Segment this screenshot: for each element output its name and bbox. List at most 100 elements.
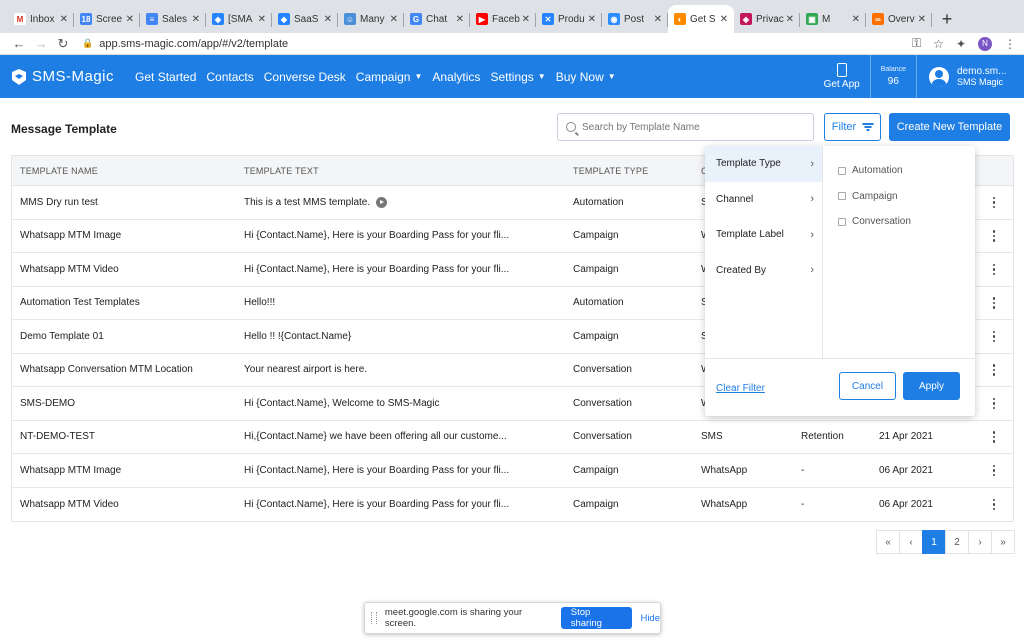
template-search[interactable] [557, 113, 814, 141]
checkbox[interactable] [838, 166, 846, 175]
new-tab-icon[interactable]: + [932, 5, 962, 33]
cell-actions [985, 397, 1013, 409]
tab-close-icon[interactable]: ✕ [60, 14, 68, 25]
tab-close-icon[interactable]: ✕ [588, 14, 596, 25]
cancel-button[interactable]: Cancel [839, 372, 896, 400]
browser-tab[interactable]: ▶ Faceb ✕ [470, 5, 536, 33]
user-menu[interactable]: demo.sm... SMS Magic [916, 55, 1024, 98]
key-icon[interactable]: ⚿ [912, 36, 921, 51]
more-vertical-icon[interactable] [992, 498, 995, 510]
more-vertical-icon[interactable] [992, 330, 995, 342]
chevron-right-icon: › [810, 228, 814, 241]
back-icon[interactable]: ← [8, 36, 30, 51]
play-icon[interactable] [376, 196, 388, 208]
browser-tab[interactable]: G Chat ✕ [404, 5, 470, 33]
more-vertical-icon[interactable] [992, 464, 995, 476]
cell-actions [985, 464, 1013, 476]
drag-handle-icon[interactable] [371, 612, 377, 624]
nav-item-buy-now[interactable]: Buy Now ▼ [551, 70, 621, 84]
page-button[interactable]: 2 [945, 530, 969, 554]
tab-close-icon[interactable]: ✕ [720, 14, 728, 25]
browser-tab[interactable]: ▣ M ✕ [800, 5, 866, 33]
forward-icon[interactable]: → [30, 36, 52, 51]
browser-tab[interactable]: ◆ [SMA ✕ [206, 5, 272, 33]
stop-sharing-button[interactable]: Stop sharing [560, 607, 633, 629]
more-vertical-icon[interactable] [992, 230, 995, 242]
filter-button[interactable]: Filter [824, 113, 881, 141]
tab-close-icon[interactable]: ✕ [324, 14, 332, 25]
more-vertical-icon[interactable] [992, 196, 995, 208]
filter-category-template-label[interactable]: Template Label › [705, 217, 822, 253]
more-vertical-icon[interactable] [992, 297, 995, 309]
browser-tab[interactable]: ◆ SaaS ✕ [272, 5, 338, 33]
star-icon[interactable]: ☆ [933, 37, 944, 51]
nav-item-settings[interactable]: Settings ▼ [485, 70, 550, 84]
more-vertical-icon[interactable] [992, 431, 995, 443]
browser-tab[interactable]: M Inbox ✕ [8, 5, 74, 33]
reload-icon[interactable]: ↻ [52, 36, 74, 52]
page-button[interactable]: ‹ [899, 530, 923, 554]
nav-item-get-started[interactable]: Get Started [130, 70, 201, 84]
tab-close-icon[interactable]: ✕ [852, 14, 860, 25]
filter-category-channel[interactable]: Channel › [705, 182, 822, 218]
apply-button[interactable]: Apply [903, 372, 960, 400]
hide-button[interactable]: Hide [640, 613, 660, 624]
page-button[interactable]: « [876, 530, 900, 554]
profile-avatar[interactable]: N [978, 36, 992, 51]
browser-tab[interactable]: ✕ Produ ✕ [536, 5, 602, 33]
tab-close-icon[interactable]: ✕ [258, 14, 266, 25]
get-app-button[interactable]: Get App [814, 63, 870, 90]
sms-magic-logo[interactable]: SMS-Magic [10, 68, 114, 85]
more-vertical-icon[interactable] [992, 263, 995, 275]
tab-close-icon[interactable]: ✕ [390, 14, 398, 25]
clear-filter-link[interactable]: Clear Filter [716, 383, 765, 394]
filter-category-template-type[interactable]: Template Type › [705, 146, 822, 182]
page-button[interactable]: » [991, 530, 1015, 554]
create-new-template-button[interactable]: Create New Template [889, 113, 1010, 141]
more-vertical-icon[interactable] [992, 364, 995, 376]
more-icon[interactable]: ⋮ [1004, 37, 1016, 51]
url-field[interactable]: 🔒 app.sms-magic.com/app/#/v2/template [82, 38, 912, 50]
tab-close-icon[interactable]: ✕ [786, 14, 794, 25]
filter-option-conversation[interactable]: Conversation [838, 209, 911, 235]
nav-item-contacts[interactable]: Contacts [201, 70, 258, 84]
logo-text: SMS-Magic [32, 68, 115, 85]
page-button[interactable]: 1 [922, 530, 946, 554]
tab-close-icon[interactable]: ✕ [918, 14, 926, 25]
checkbox[interactable] [838, 217, 846, 226]
tab-close-icon[interactable]: ✕ [522, 14, 530, 25]
header-template-type[interactable]: TEMPLATE TYPE [573, 166, 701, 176]
checkbox[interactable] [838, 192, 846, 201]
filter-category-created-by[interactable]: Created By › [705, 253, 822, 289]
nav-item-label: Settings [490, 69, 534, 84]
user-org: SMS Magic [957, 77, 1004, 87]
tab-close-icon[interactable]: ✕ [192, 14, 200, 25]
nav-item-analytics[interactable]: Analytics [427, 70, 485, 84]
header-template-name[interactable]: TEMPLATE NAME [12, 166, 244, 176]
browser-tab[interactable]: ≡ Sales ✕ [140, 5, 206, 33]
cell-template-name: SMS-DEMO [20, 397, 75, 409]
table-row[interactable]: Whatsapp MTM Video Hi {Contact.Name}, Her… [12, 488, 1013, 522]
browser-tab[interactable]: 18 Scree ✕ [74, 5, 140, 33]
nav-item-converse-desk[interactable]: Converse Desk [259, 70, 351, 84]
extensions-icon[interactable]: ✦ [956, 37, 966, 51]
search-input[interactable] [582, 121, 802, 133]
more-vertical-icon[interactable] [992, 397, 995, 409]
tab-close-icon[interactable]: ✕ [654, 14, 662, 25]
browser-tab[interactable]: ◈ Privac ✕ [734, 5, 800, 33]
table-row[interactable]: Whatsapp MTM Image Hi {Contact.Name}, Her… [12, 454, 1013, 488]
filter-option-campaign[interactable]: Campaign [838, 184, 911, 210]
filter-option-automation[interactable]: Automation [838, 158, 911, 184]
browser-tab[interactable]: ∞ Overv ✕ [866, 5, 932, 33]
nav-item-campaign[interactable]: Campaign ▼ [351, 70, 428, 84]
tab-close-icon[interactable]: ✕ [456, 14, 464, 25]
browser-tab[interactable]: ◐ Get S ✕ [668, 5, 734, 33]
browser-tab[interactable]: ◉ Post ✕ [602, 5, 668, 33]
tab-title: SaaS [294, 13, 319, 25]
page-button[interactable]: › [968, 530, 992, 554]
browser-tab[interactable]: ☺ Many ✕ [338, 5, 404, 33]
table-row[interactable]: NT-DEMO-TEST Hi,{Contact.Name} we have be… [12, 421, 1013, 454]
cell-date: 06 Apr 2021 [879, 498, 933, 510]
header-template-text[interactable]: TEMPLATE TEXT [244, 166, 573, 176]
tab-close-icon[interactable]: ✕ [126, 14, 134, 25]
